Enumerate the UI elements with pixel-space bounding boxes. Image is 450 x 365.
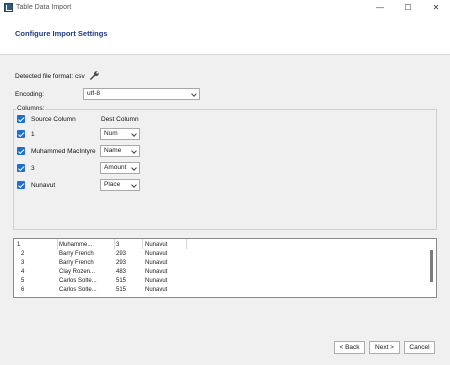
table-cell: Nunavut bbox=[145, 269, 168, 275]
table-cell: 515 bbox=[116, 287, 127, 293]
table-cell: Muhamme... bbox=[59, 242, 93, 248]
dest-column-value: Num bbox=[104, 130, 118, 137]
dest-column-select[interactable]: Place bbox=[100, 179, 140, 191]
table-cell: 2 bbox=[21, 251, 25, 257]
table-cell: Nunavut bbox=[145, 278, 168, 284]
select-all-checkbox[interactable] bbox=[17, 115, 25, 123]
table-row[interactable]: 2 Barry French 293 Nunavut bbox=[14, 251, 414, 259]
close-button[interactable]: ✕ bbox=[422, 0, 450, 14]
source-column-header: Source Column bbox=[31, 116, 76, 123]
cancel-button[interactable]: Cancel bbox=[404, 341, 435, 354]
window-titlebar: Table Data Import — ☐ ✕ bbox=[0, 0, 450, 14]
encoding-value: utf-8 bbox=[87, 90, 101, 97]
dest-column-select[interactable]: Amount bbox=[100, 162, 140, 174]
dest-column-value: Place bbox=[104, 181, 121, 188]
preview-table[interactable]: 1 Muhamme... 3 Nunavut 2 Barry French 29… bbox=[13, 238, 437, 298]
table-cell: 293 bbox=[116, 260, 127, 266]
source-column-name: 3 bbox=[31, 165, 35, 172]
columns-legend: Columns: bbox=[16, 105, 46, 112]
table-cell: 5 bbox=[21, 278, 25, 284]
table-row[interactable]: 5 Carlos Solte... 515 Nunavut bbox=[14, 278, 414, 286]
window-controls: — ☐ ✕ bbox=[366, 0, 450, 14]
table-cell: Nunavut bbox=[145, 260, 168, 266]
table-cell: Barry French bbox=[59, 260, 94, 266]
table-cell: Barry French bbox=[59, 251, 94, 257]
table-row[interactable]: 4 Clay Rozen... 483 Nunavut bbox=[14, 269, 414, 277]
minimize-button[interactable]: — bbox=[366, 0, 394, 14]
column-checkbox[interactable] bbox=[17, 164, 25, 172]
chevron-down-icon bbox=[131, 182, 137, 188]
vertical-scrollbar[interactable] bbox=[427, 239, 436, 297]
table-row[interactable]: 3 Barry French 293 Nunavut bbox=[14, 260, 414, 268]
column-checkbox[interactable] bbox=[17, 147, 25, 155]
table-cell: Nunavut bbox=[145, 287, 168, 293]
table-cell: 3 bbox=[21, 260, 25, 266]
encoding-select[interactable]: utf-8 bbox=[83, 88, 200, 100]
table-cell: Carlos Solte... bbox=[59, 278, 97, 284]
wizard-header: Configure Import Settings bbox=[0, 14, 450, 55]
column-checkbox[interactable] bbox=[17, 130, 25, 138]
chevron-down-icon bbox=[131, 165, 137, 171]
columns-group bbox=[13, 109, 437, 230]
scrollbar-thumb[interactable] bbox=[430, 250, 433, 282]
maximize-button[interactable]: ☐ bbox=[394, 0, 422, 14]
column-checkbox[interactable] bbox=[17, 181, 25, 189]
chevron-down-icon bbox=[131, 148, 137, 154]
table-cell: 1 bbox=[17, 242, 21, 248]
dest-column-header: Dest Column bbox=[101, 116, 139, 123]
table-cell: Clay Rozen... bbox=[59, 269, 96, 275]
table-cell: 4 bbox=[21, 269, 25, 275]
back-button[interactable]: < Back bbox=[334, 341, 365, 354]
app-icon bbox=[4, 2, 13, 12]
chevron-down-icon bbox=[191, 91, 197, 97]
horizontal-scrollbar[interactable] bbox=[14, 294, 428, 297]
page-title: Configure Import Settings bbox=[15, 29, 108, 38]
source-column-name: Nunavut bbox=[31, 182, 56, 189]
table-cell: 515 bbox=[116, 278, 127, 284]
detected-format-label: Detected file format: csv bbox=[15, 73, 85, 80]
dest-column-select[interactable]: Num bbox=[100, 128, 140, 140]
next-button[interactable]: Next > bbox=[369, 341, 400, 354]
chevron-down-icon bbox=[131, 131, 137, 137]
wrench-icon[interactable] bbox=[89, 70, 100, 81]
dest-column-value: Amount bbox=[104, 164, 127, 171]
source-column-name: Muhammed MacIntyre bbox=[31, 148, 96, 155]
window-title: Table Data Import bbox=[16, 3, 72, 11]
dest-column-value: Name bbox=[104, 147, 122, 154]
table-cell: 293 bbox=[116, 251, 127, 257]
table-cell: 6 bbox=[21, 287, 25, 293]
dest-column-select[interactable]: Name bbox=[100, 145, 140, 157]
source-column-name: 1 bbox=[31, 131, 35, 138]
table-cell: 483 bbox=[116, 269, 127, 275]
table-cell: Nunavut bbox=[145, 242, 168, 248]
table-cell: Carlos Solte... bbox=[59, 287, 97, 293]
table-row[interactable]: 1 Muhamme... 3 Nunavut bbox=[14, 242, 414, 250]
encoding-label: Encoding: bbox=[15, 91, 44, 98]
table-cell: 3 bbox=[116, 242, 120, 248]
table-cell: Nunavut bbox=[145, 251, 168, 257]
